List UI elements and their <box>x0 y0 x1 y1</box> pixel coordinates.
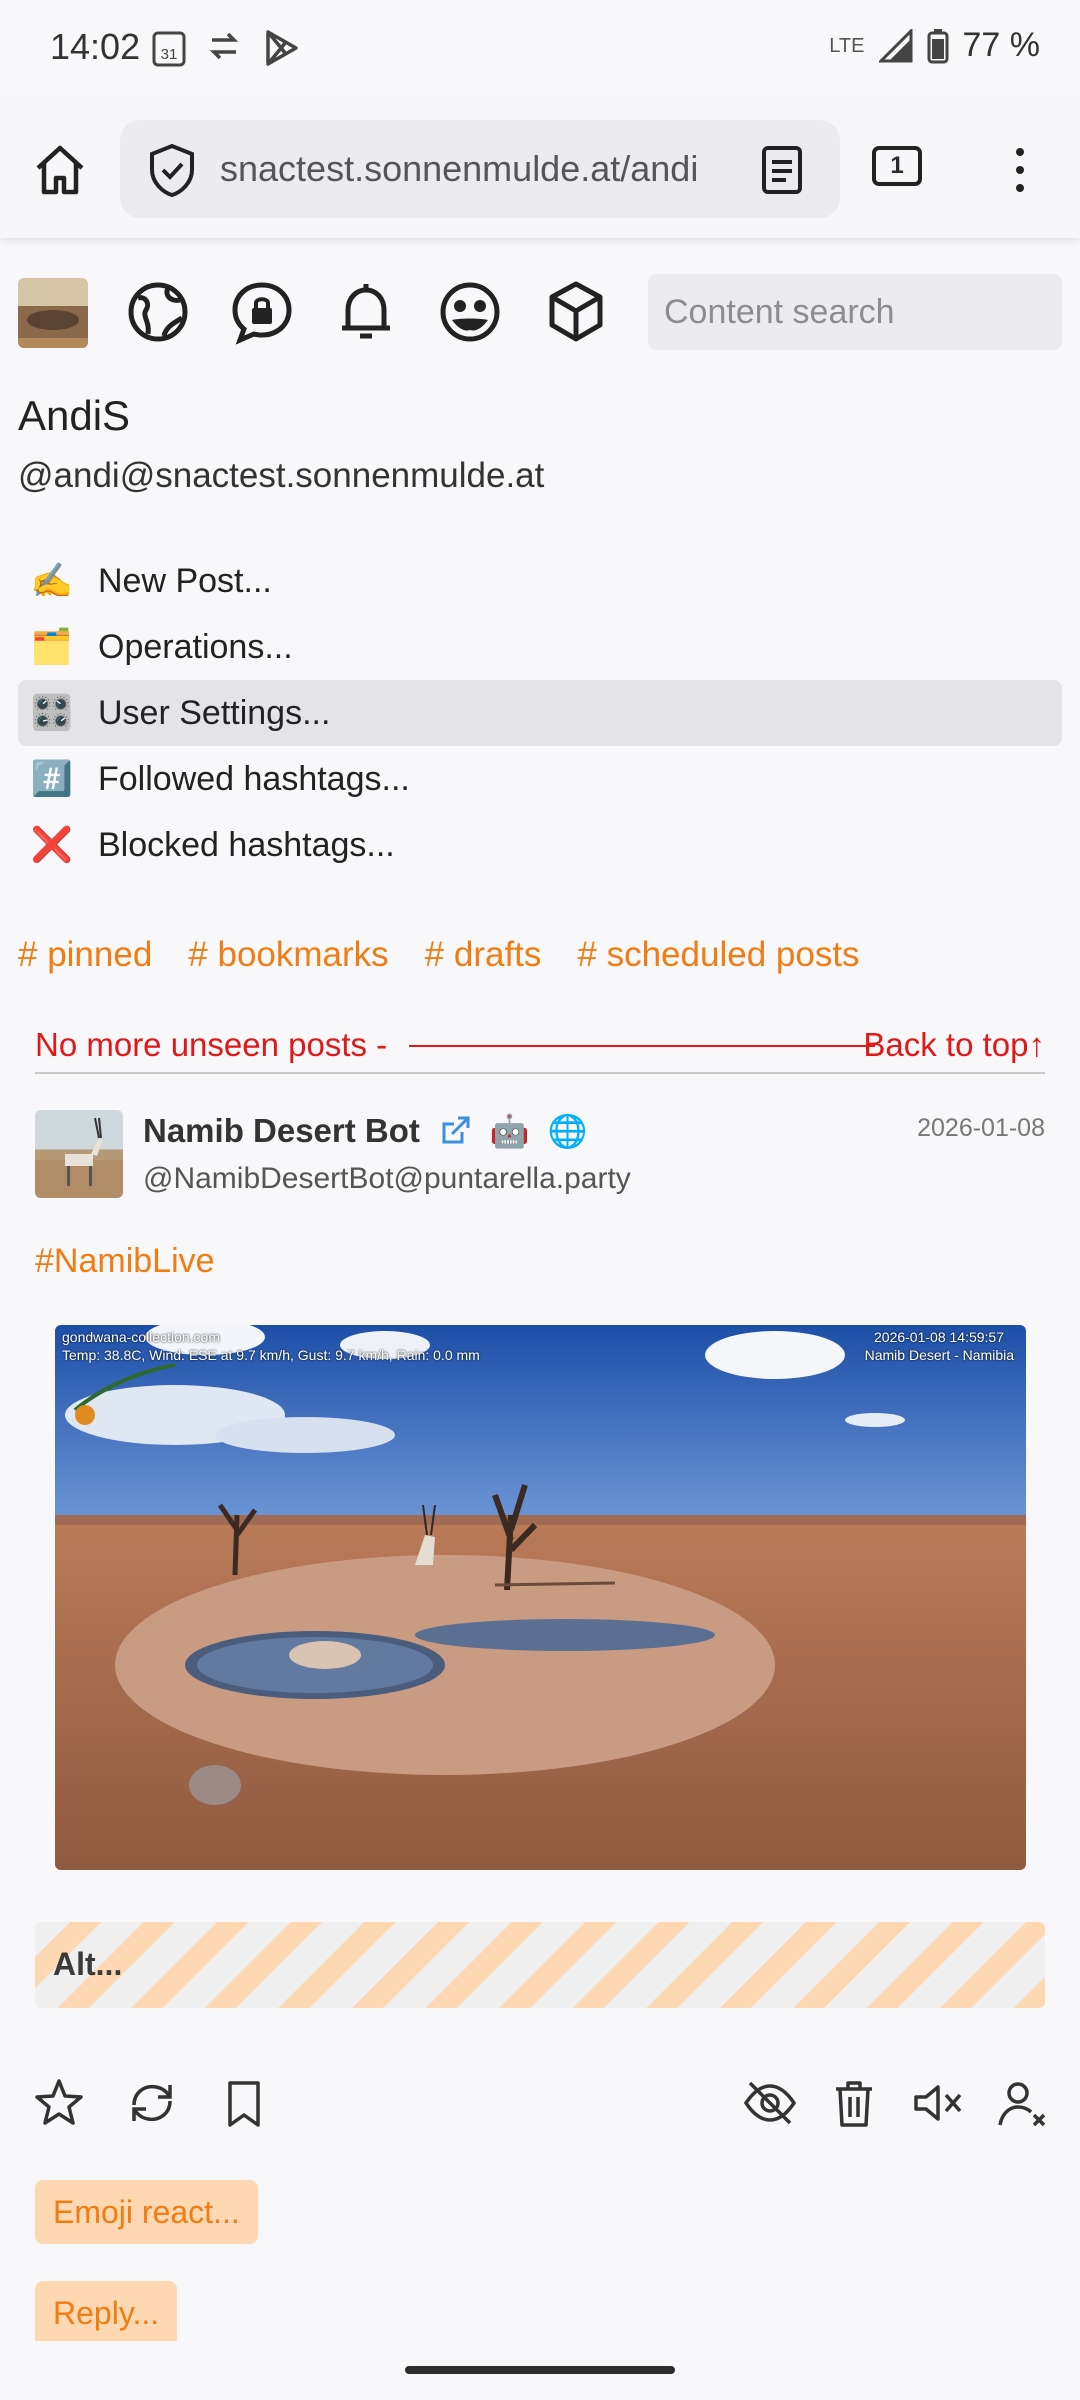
post-hashtag[interactable]: #NamibLive <box>35 1242 215 1281</box>
private-messages-icon[interactable] <box>228 278 296 346</box>
user-menu: ✍️ New Post... 🗂️ Operations... 🎛️ User … <box>18 548 1062 878</box>
tag-bookmarks[interactable]: # bookmarks <box>188 935 388 975</box>
mute-icon[interactable] <box>910 2075 966 2131</box>
boost-icon[interactable] <box>124 2075 180 2131</box>
separator-line <box>409 1045 875 1047</box>
keycap-hash-icon: #️⃣ <box>30 760 74 798</box>
user-avatar[interactable] <box>18 278 88 348</box>
post-image[interactable]: gondwana-collection.com Temp: 38.8C, Win… <box>55 1325 1026 1870</box>
reader-mode-icon[interactable] <box>756 142 808 198</box>
display-name: AndiS <box>18 392 131 439</box>
menu-user-settings[interactable]: 🎛️ User Settings... <box>18 680 1062 746</box>
tabs-button[interactable]: 1 <box>872 146 922 186</box>
menu-item-label: Blocked hashtags... <box>98 825 395 864</box>
robot-icon: 🤖 <box>489 1113 530 1149</box>
tag-scheduled-posts[interactable]: # scheduled posts <box>577 935 859 975</box>
menu-blocked-hashtags[interactable]: ❌ Blocked hashtags... <box>18 812 1062 878</box>
menu-item-label: Followed hashtags... <box>98 759 410 798</box>
clock: 14:02 <box>50 26 141 67</box>
back-to-top-link[interactable]: Back to top↑ <box>863 1026 1045 1064</box>
url-text[interactable]: snactest.sonnenmulde.at/andi <box>220 148 740 190</box>
hide-eye-icon[interactable] <box>742 2075 798 2131</box>
menu-item-label: New Post... <box>98 561 272 600</box>
control-knobs-icon: 🎛️ <box>30 694 74 732</box>
address-bar[interactable]: snactest.sonnenmulde.at/andi <box>120 120 840 218</box>
globe-icon[interactable] <box>124 278 192 346</box>
menu-item-label: Operations... <box>98 627 293 666</box>
overflow-menu-icon[interactable] <box>1000 142 1040 198</box>
star-icon[interactable] <box>31 2075 87 2131</box>
desert-waterhole-photo <box>55 1325 1026 1870</box>
post-author-name[interactable]: Namib Desert Bot <box>143 1112 420 1150</box>
cube-icon[interactable] <box>542 278 610 346</box>
block-user-icon[interactable] <box>994 2075 1050 2131</box>
trash-icon[interactable] <box>826 2075 882 2131</box>
status-bar: 14:02 31 LTE 77 % <box>0 0 1080 100</box>
menu-operations[interactable]: 🗂️ Operations... <box>18 614 1062 680</box>
alt-text-toggle[interactable]: Alt... <box>35 1922 1045 2008</box>
browser-toolbar: snactest.sonnenmulde.at/andi 1 <box>0 100 1080 238</box>
reply-button[interactable]: Reply... <box>35 2281 178 2341</box>
divider <box>35 1072 1045 1074</box>
menu-followed-hashtags[interactable]: #️⃣ Followed hashtags... <box>18 746 1062 812</box>
card-dividers-icon: 🗂️ <box>30 628 74 666</box>
image-timestamp-label: 2026-01-08 14:59:57 <box>874 1329 1004 1345</box>
writing-hand-icon: ✍️ <box>30 562 74 600</box>
cross-mark-icon: ❌ <box>30 826 74 864</box>
calendar-icon: 31 <box>152 31 186 67</box>
image-location-label: Namib Desert - Namibia <box>864 1347 1014 1363</box>
tag-drafts[interactable]: # drafts <box>425 935 542 975</box>
bell-icon[interactable] <box>332 278 400 346</box>
post-author-handle[interactable]: @NamibDesertBot@puntarella.party <box>143 1162 631 1196</box>
tag-pinned[interactable]: # pinned <box>18 935 152 975</box>
image-site-label: gondwana-collection.com <box>62 1329 220 1345</box>
emoji-react-button[interactable]: Emoji react... <box>35 2180 258 2244</box>
external-link-icon[interactable] <box>438 1114 472 1148</box>
content-search-input[interactable] <box>648 274 1062 350</box>
alt-text-label: Alt... <box>53 1946 123 1982</box>
people-icon[interactable] <box>436 278 504 346</box>
timeline-end-marker: No more unseen posts - Back to top↑ <box>35 1026 1045 1070</box>
signal-icon <box>878 28 912 62</box>
bookmark-icon[interactable] <box>216 2075 272 2131</box>
shield-icon[interactable] <box>146 142 198 198</box>
image-weather-label: Temp: 38.8C, Wind: ESE at 9.7 km/h, Gust… <box>62 1347 480 1363</box>
home-icon[interactable] <box>30 140 90 200</box>
no-more-unseen-text: No more unseen posts - <box>35 1026 388 1063</box>
svg-text:31: 31 <box>161 46 178 63</box>
play-store-icon <box>266 30 298 66</box>
menu-new-post[interactable]: ✍️ New Post... <box>18 548 1062 614</box>
battery-icon <box>927 28 948 63</box>
battery-level: 77 % <box>962 26 1041 64</box>
network-type: LTE <box>829 34 865 57</box>
post-author-avatar[interactable] <box>35 1110 123 1198</box>
user-handle: @andi@snactest.sonnenmulde.at <box>18 456 545 495</box>
menu-item-label: User Settings... <box>98 693 331 732</box>
globe-visibility-icon: 🌐 <box>547 1113 588 1149</box>
tag-links: # pinned # bookmarks # drafts # schedule… <box>18 935 860 975</box>
gesture-home-bar[interactable] <box>405 2366 675 2374</box>
post-author-line: Namib Desert Bot 🤖 🌐 <box>143 1112 588 1150</box>
post-date[interactable]: 2026-01-08 <box>917 1114 1045 1143</box>
data-transfer-icon <box>209 32 239 60</box>
